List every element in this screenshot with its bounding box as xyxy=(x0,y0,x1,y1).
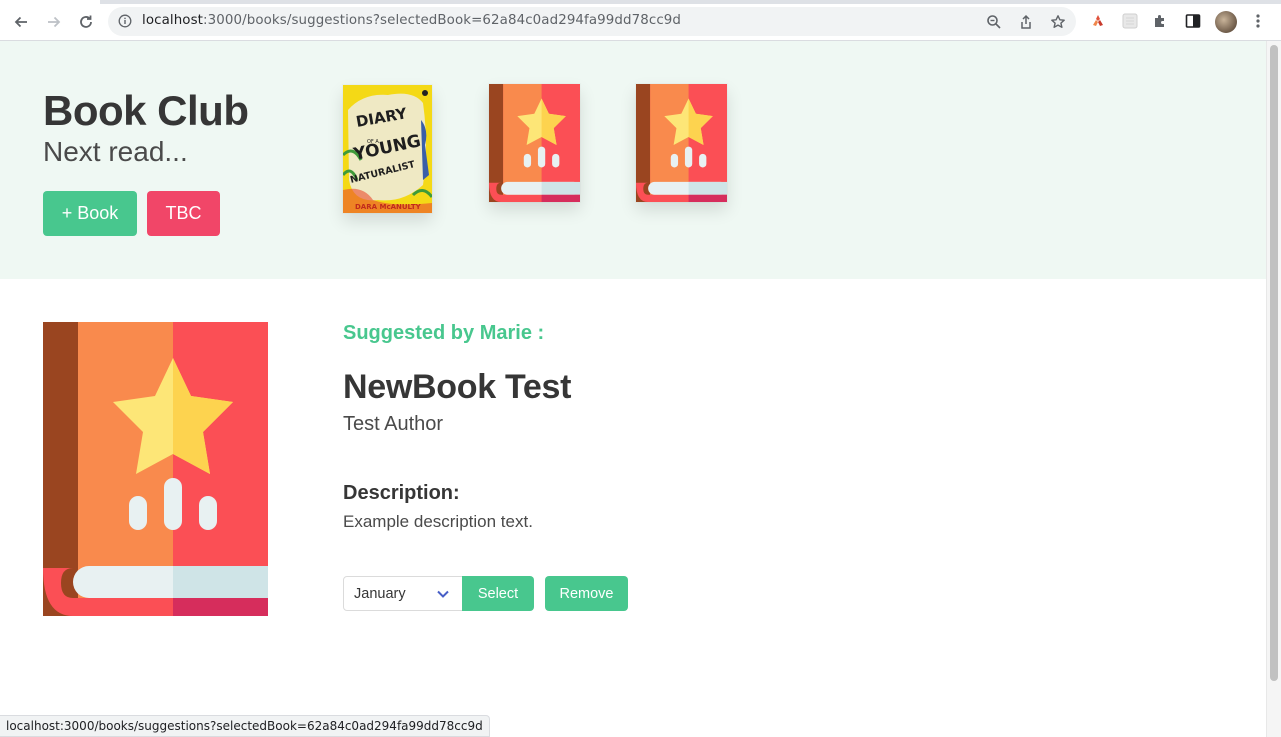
address-url[interactable]: localhost:3000/books/suggestions?selecte… xyxy=(142,13,681,28)
page-scrollbar[interactable] xyxy=(1266,41,1281,737)
bookmark-star-icon[interactable] xyxy=(1049,13,1067,31)
book-star-icon xyxy=(43,322,268,616)
book-star-icon xyxy=(489,84,580,202)
address-bar[interactable]: localhost:3000/books/suggestions?selecte… xyxy=(108,7,1076,36)
description-label: Description: xyxy=(343,482,460,504)
select-button[interactable]: Select xyxy=(462,576,534,611)
book-author: Test Author xyxy=(343,413,444,435)
forward-icon[interactable] xyxy=(41,9,67,35)
diary-cover-author: DARA McANULTY xyxy=(355,203,422,211)
tbc-button[interactable]: TBC xyxy=(147,191,220,236)
book-cover-generic[interactable] xyxy=(489,84,580,202)
chevron-down-icon xyxy=(436,587,450,606)
status-bar-url: localhost:3000/books/suggestions?selecte… xyxy=(0,715,490,737)
profile-avatar[interactable] xyxy=(1215,11,1237,33)
side-panel-icon[interactable] xyxy=(1183,11,1203,31)
description-text: Example description text. xyxy=(343,512,533,531)
book-cover-diary[interactable]: DIARY OF A YOUNG NATURALIST DARA McANULT… xyxy=(343,85,432,213)
add-book-button[interactable]: + Book xyxy=(43,191,137,236)
book-title: NewBook Test xyxy=(343,368,572,406)
reload-icon[interactable] xyxy=(73,9,99,35)
hero-section: Book Club Next read... + Book TBC DIARY … xyxy=(0,41,1266,279)
share-icon[interactable] xyxy=(1017,13,1035,31)
page: Book Club Next read... + Book TBC DIARY … xyxy=(0,41,1266,737)
tab-strip xyxy=(0,0,1281,4)
menu-kebab-icon[interactable] xyxy=(1248,11,1268,31)
zoom-icon[interactable] xyxy=(985,13,1003,31)
suggested-by-label: Suggested by Marie : xyxy=(343,322,545,344)
remove-button[interactable]: Remove xyxy=(545,576,628,611)
book-star-icon xyxy=(636,84,727,202)
page-title: Book Club xyxy=(43,87,249,134)
selected-book-cover xyxy=(43,322,268,616)
site-info-icon[interactable] xyxy=(118,14,132,33)
scrollbar-thumb[interactable] xyxy=(1270,45,1278,681)
page-subtitle: Next read... xyxy=(43,136,188,167)
book-cover-generic[interactable] xyxy=(636,84,727,202)
extension-red-icon[interactable] xyxy=(1088,11,1108,31)
month-select-value: January xyxy=(354,586,406,602)
extensions-puzzle-icon[interactable] xyxy=(1151,11,1171,31)
back-icon[interactable] xyxy=(8,9,34,35)
month-select[interactable]: January xyxy=(343,576,463,611)
extension-grid-icon[interactable] xyxy=(1120,11,1140,31)
browser-toolbar: localhost:3000/books/suggestions?selecte… xyxy=(0,0,1281,41)
